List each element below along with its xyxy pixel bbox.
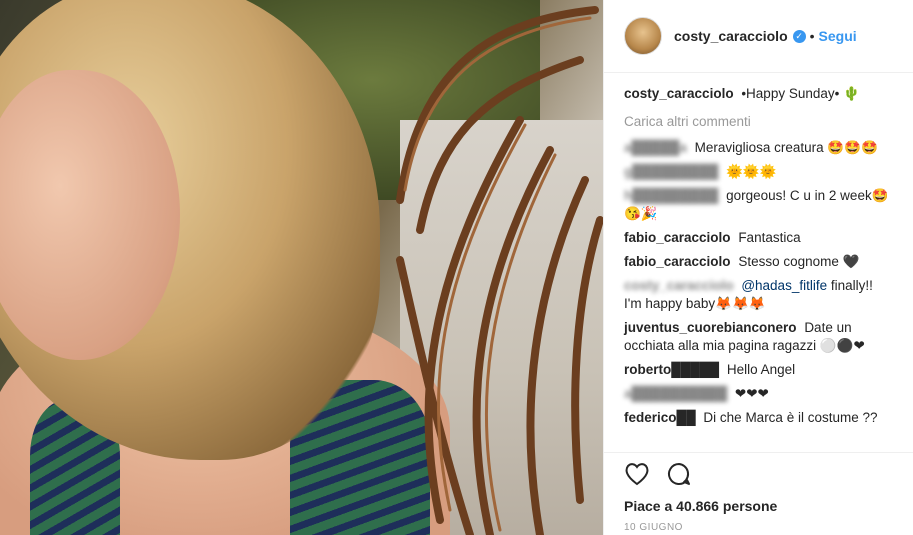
- post-date: 10 GIUGNO: [624, 522, 683, 533]
- comment-item: roberto█████ Hello Angel: [624, 361, 894, 379]
- comment-text: Hello Angel: [726, 362, 796, 377]
- caption-username[interactable]: costy_caracciolo: [624, 86, 734, 101]
- comment-item: a██████████ ❤❤❤: [624, 385, 894, 403]
- verified-badge-icon: ✓: [792, 29, 806, 43]
- likes-count[interactable]: Piace a 40.866 persone: [624, 498, 777, 514]
- comment-item: g█████████ 🌞🌞🌞: [624, 163, 894, 181]
- comment-text: Di che Marca è il costume ??: [703, 410, 878, 425]
- comment-item: juventus_cuorebianconero Date un occhiat…: [624, 319, 894, 355]
- comment-item: a█████a Meravigliosa creatura 🤩🤩🤩: [624, 139, 894, 157]
- comment-username[interactable]: costy_caracciolo: [624, 278, 734, 293]
- heart-icon[interactable]: [624, 462, 650, 491]
- comment-username[interactable]: a█████a: [624, 140, 687, 155]
- username-link[interactable]: costy_caracciolo: [674, 28, 788, 44]
- comment-username[interactable]: roberto█████: [624, 362, 719, 377]
- comment-username[interactable]: g█████████: [624, 164, 718, 179]
- comment-text: Stesso cognome 🖤: [738, 254, 860, 269]
- load-more-comments[interactable]: Carica altri commenti: [624, 113, 894, 131]
- comment-item: h█████████ gorgeous! C u in 2 week🤩😘🎉: [624, 187, 894, 223]
- comment-item: fabio_caracciolo Fantastica: [624, 229, 894, 247]
- comment-username[interactable]: h█████████: [624, 188, 718, 203]
- comments-list: costy_caracciolo •Happy Sunday• 🌵 Carica…: [604, 73, 913, 427]
- comment-text: ❤❤❤: [734, 386, 769, 401]
- comment-username[interactable]: fabio_caracciolo: [624, 230, 731, 245]
- post-header: costy_caracciolo ✓ • Segui: [604, 0, 913, 73]
- post-sidebar: costy_caracciolo ✓ • Segui costy_caracci…: [603, 0, 913, 535]
- wicker-chair: [396, 6, 603, 535]
- comment-item: costy_caracciolo @hadas_fitlife finally!…: [624, 277, 894, 313]
- comment-text: Fantastica: [738, 230, 801, 245]
- comment-username[interactable]: federico██: [624, 410, 696, 425]
- comment-text: Meravigliosa creatura 🤩🤩🤩: [694, 140, 878, 155]
- divider: [604, 452, 913, 453]
- follow-button[interactable]: Segui: [819, 28, 857, 44]
- comment-username[interactable]: juventus_cuorebianconero: [624, 320, 797, 335]
- comment-icon[interactable]: [666, 462, 692, 491]
- comment-username[interactable]: a██████████: [624, 386, 727, 401]
- separator-dot: •: [809, 28, 815, 44]
- caption-text: •Happy Sunday• 🌵: [741, 86, 860, 101]
- comment-item: federico██ Di che Marca è il costume ??: [624, 409, 894, 427]
- post-actions: [624, 462, 692, 491]
- post-photo[interactable]: [0, 0, 603, 535]
- comment-item: fabio_caracciolo Stesso cognome 🖤: [624, 253, 894, 271]
- comment-mention-link[interactable]: @hadas_fitlife: [741, 278, 827, 293]
- avatar[interactable]: [624, 17, 662, 55]
- comment-username[interactable]: fabio_caracciolo: [624, 254, 731, 269]
- comment-text: 🌞🌞🌞: [726, 164, 777, 179]
- post-caption: costy_caracciolo •Happy Sunday• 🌵: [624, 85, 894, 103]
